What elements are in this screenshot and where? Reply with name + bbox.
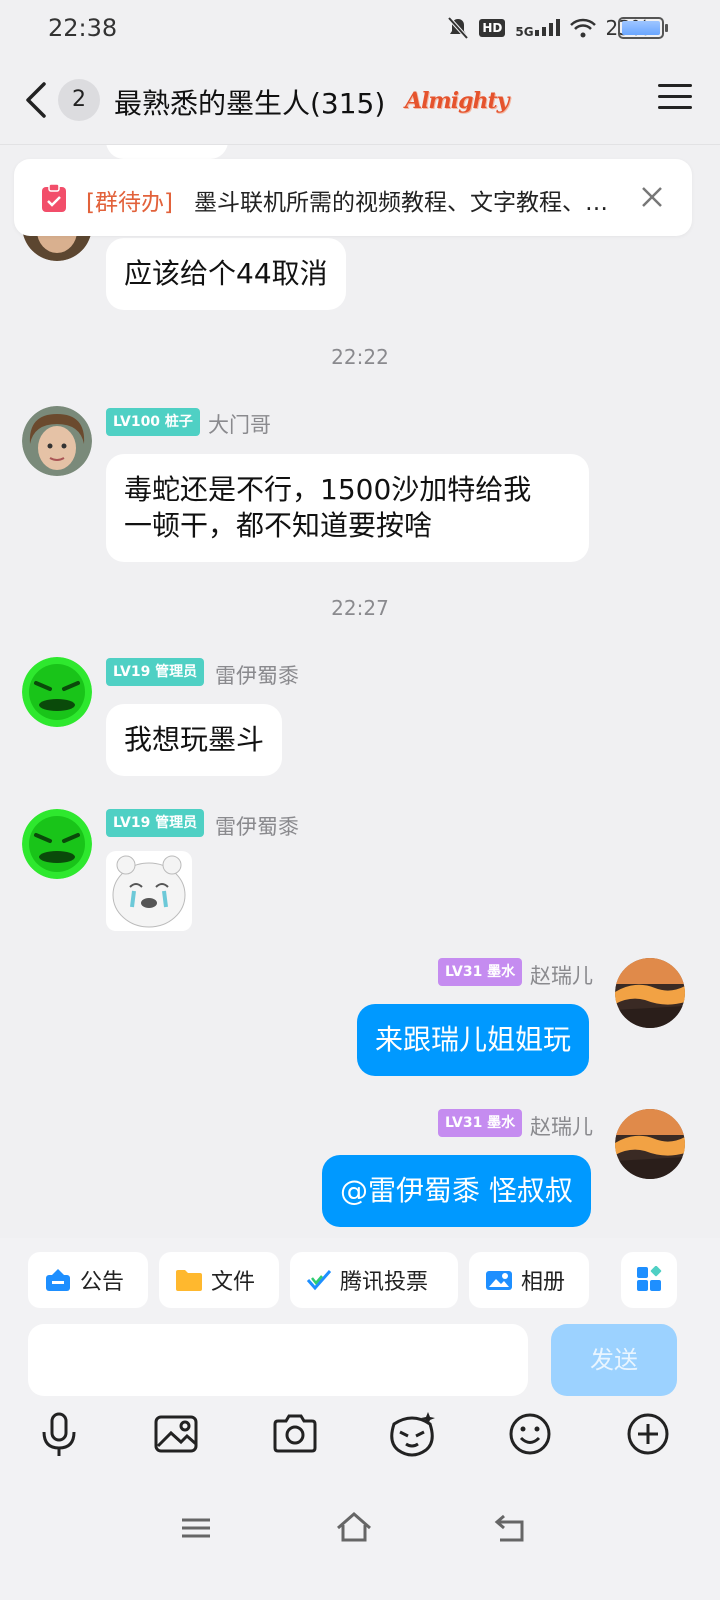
announcement-icon (46, 1269, 70, 1291)
sender-name[interactable]: 大门哥 (208, 409, 271, 439)
system-nav-bar (0, 1510, 720, 1570)
message-text: @雷伊蜀黍 怪叔叔 (340, 1174, 573, 1207)
message-text-line: 毒蛇还是不行，1500沙加特给我 (124, 473, 532, 506)
avatar[interactable] (22, 657, 92, 727)
tencent-vote-button[interactable]: 腾讯投票 (290, 1252, 458, 1308)
quick-actions: 公告 文件 腾讯投票 相册 (0, 1252, 720, 1308)
battery-fill (622, 21, 660, 35)
hd-badge: HD (479, 19, 506, 37)
message-text: 我想玩墨斗 (124, 723, 265, 756)
group-logo: Almighty (405, 88, 509, 114)
message-text: 应该给个44取消 (124, 257, 328, 290)
album-button[interactable]: 相册 (469, 1252, 589, 1308)
message-bubble[interactable]: 毒蛇还是不行，1500沙加特给我 一顿干，都不知道要按啥 (106, 454, 589, 562)
close-icon[interactable] (638, 183, 666, 211)
bottom-panel: 公告 文件 腾讯投票 相册 发送 (0, 1238, 720, 1600)
folder-icon (176, 1270, 202, 1291)
sender-name[interactable]: 雷伊蜀黍 (215, 811, 299, 841)
sticker-face-icon[interactable] (386, 1408, 438, 1460)
home-icon[interactable] (334, 1510, 374, 1546)
avatar[interactable] (615, 1109, 685, 1179)
vote-check-icon (306, 1270, 332, 1291)
qa-label: 相册 (521, 1270, 566, 1295)
timestamp: 22:27 (331, 596, 389, 620)
sender-name[interactable]: 赵瑞儿 (530, 960, 593, 990)
camera-icon[interactable] (269, 1408, 321, 1460)
level-badge: LV100 桩子 (106, 408, 200, 436)
level-badge: LV31 墨水 (438, 958, 523, 986)
qa-label: 公告 (80, 1270, 125, 1295)
avatar[interactable] (615, 958, 685, 1028)
my-message-bubble[interactable]: @雷伊蜀黍 怪叔叔 (322, 1155, 591, 1227)
mute-bell-icon (447, 16, 469, 40)
status-time: 22:38 (48, 14, 118, 42)
message-bubble[interactable]: 我想玩墨斗 (106, 704, 283, 776)
partial-message-bubble[interactable] (106, 145, 228, 159)
signal-icon: 5G (515, 18, 560, 39)
emoji-icon[interactable] (504, 1408, 556, 1460)
message-input[interactable] (28, 1324, 528, 1396)
announcement-button[interactable]: 公告 (28, 1252, 148, 1308)
files-button[interactable]: 文件 (159, 1252, 279, 1308)
album-icon (486, 1271, 512, 1290)
group-todo-banner[interactable]: [群待办] 墨斗联机所需的视频教程、文字教程、… (14, 159, 692, 236)
send-button[interactable]: 发送 (551, 1324, 677, 1396)
microphone-icon[interactable] (33, 1408, 85, 1460)
message-text-line: 一顿干，都不知道要按啥 (124, 509, 433, 542)
menu-icon[interactable] (658, 84, 692, 114)
qa-label: 腾讯投票 (340, 1270, 429, 1295)
back-nav-icon[interactable] (492, 1510, 528, 1546)
unread-count-badge[interactable]: 2 (58, 79, 100, 121)
level-badge: LV19 管理员 (106, 809, 205, 837)
level-badge: LV31 墨水 (438, 1109, 523, 1137)
apps-grid-icon (637, 1266, 662, 1291)
message-bubble[interactable]: 应该给个44取消 (106, 238, 346, 310)
clipboard-icon (42, 183, 66, 212)
chat-header: 2 最熟悉的墨生人(315) Almighty (0, 58, 720, 144)
my-message-bubble[interactable]: 来跟瑞儿姐姐玩 (357, 1004, 590, 1076)
avatar[interactable] (22, 406, 92, 476)
avatar[interactable] (22, 809, 92, 879)
qa-label: 文件 (211, 1270, 256, 1295)
level-badge: LV19 管理员 (106, 658, 205, 686)
wifi-icon (569, 18, 596, 38)
sticker-image[interactable] (106, 851, 192, 931)
input-icon-row (0, 1408, 720, 1474)
sender-name[interactable]: 雷伊蜀黍 (215, 660, 299, 690)
message-text: 来跟瑞儿姐姐玩 (375, 1023, 572, 1056)
timestamp: 22:22 (331, 345, 389, 369)
more-apps-button[interactable] (621, 1252, 677, 1308)
battery-icon (618, 17, 668, 39)
image-icon[interactable] (151, 1408, 203, 1460)
message-list[interactable]: 应该给个44取消 22:22 LV100 桩子 大门哥 毒蛇还是不行，1500沙… (0, 145, 720, 1263)
notice-text: 墨斗联机所需的视频教程、文字教程、… (194, 190, 608, 216)
group-title[interactable]: 最熟悉的墨生人(315) (114, 82, 385, 122)
plus-circle-icon[interactable] (622, 1408, 674, 1460)
recent-apps-icon[interactable] (178, 1510, 214, 1546)
notice-tag: [群待办] (86, 190, 173, 216)
status-bar: 22:38 HD 5G 23% (0, 0, 720, 58)
sender-name[interactable]: 赵瑞儿 (530, 1111, 593, 1141)
back-arrow-icon[interactable] (22, 80, 52, 120)
network-type: 5G (515, 24, 534, 39)
